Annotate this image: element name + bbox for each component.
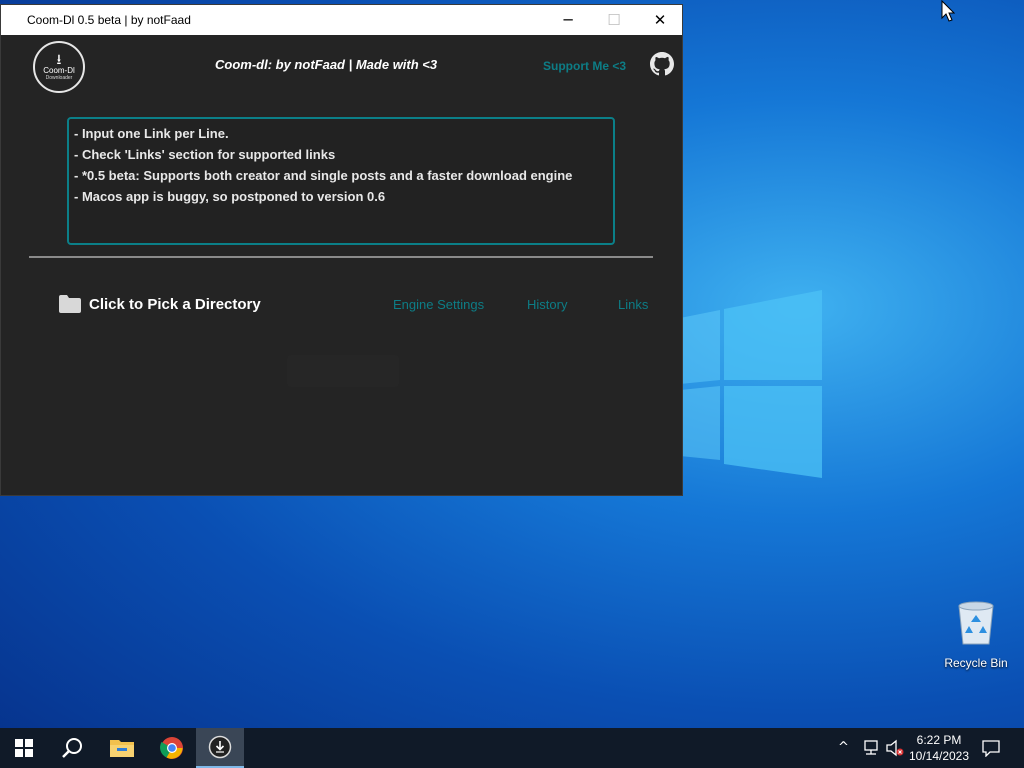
textbox-line: - Input one Link per Line.	[74, 126, 229, 141]
search-button[interactable]	[48, 728, 96, 768]
engine-settings-link[interactable]: Engine Settings	[393, 297, 484, 312]
windows-wallpaper-logo	[680, 290, 822, 478]
title-bar[interactable]: Coom-Dl 0.5 beta | by notFaad ─ ☐ ✕	[1, 5, 682, 35]
pick-directory-button[interactable]: Click to Pick a Directory	[59, 295, 261, 313]
recycle-bin-icon	[958, 601, 994, 645]
clock-date: 10/14/2023	[908, 749, 970, 763]
github-icon[interactable]	[650, 52, 674, 76]
textbox-line: - Check 'Links' section for supported li…	[74, 147, 336, 162]
volume-muted-icon[interactable]	[886, 739, 904, 757]
folder-icon	[59, 295, 81, 313]
file-explorer-icon	[110, 740, 134, 757]
download-arrow-icon: ⭳	[56, 51, 62, 68]
network-icon[interactable]	[862, 740, 880, 756]
textbox-line: - Macos app is buggy, so postponed to ve…	[74, 189, 386, 204]
file-explorer-button[interactable]	[98, 728, 146, 768]
links-textbox[interactable]: - Input one Link per Line. - Check 'Link…	[67, 117, 615, 245]
start-button[interactable]	[0, 728, 48, 768]
links-link[interactable]: Links	[618, 297, 648, 312]
taskbar: ^ 6:22 PM 10/14/2023	[0, 728, 1024, 768]
windows-start-icon	[15, 739, 33, 757]
coomdl-taskbar-button[interactable]	[196, 728, 244, 768]
app-logo: ⭳ Coom-Dl Downloader	[33, 41, 85, 93]
recycle-bin-shortcut[interactable]: Recycle Bin	[940, 600, 1012, 670]
tray-chevron-icon[interactable]: ^	[838, 740, 849, 755]
taskbar-clock[interactable]: 6:22 PM 10/14/2023	[906, 732, 972, 764]
divider	[29, 256, 653, 258]
header-title: Coom-dl: by notFaad | Made with <3	[215, 57, 438, 72]
chrome-icon	[160, 737, 183, 759]
textbox-line: - *0.5 beta: Supports both creator and s…	[74, 168, 573, 183]
coomdl-app-icon	[208, 735, 232, 759]
logo-subtext: Downloader	[45, 74, 73, 81]
download-button[interactable]	[287, 355, 399, 387]
notification-center-icon[interactable]	[982, 739, 1000, 757]
support-link[interactable]: Support Me <3	[543, 59, 626, 73]
maximize-button[interactable]: ☐	[591, 5, 637, 35]
history-link[interactable]: History	[527, 297, 567, 312]
pick-directory-label: Click to Pick a Directory	[89, 295, 261, 313]
app-header: ⭳ Coom-Dl Downloader Coom-dl: by notFaad…	[1, 35, 682, 99]
minimize-button[interactable]: ─	[545, 5, 591, 35]
clock-time: 6:22 PM	[916, 733, 962, 747]
chrome-button[interactable]	[148, 728, 196, 768]
app-window: Coom-Dl 0.5 beta | by notFaad ─ ☐ ✕ ⭳ Co…	[0, 4, 683, 496]
recycle-bin-label: Recycle Bin	[944, 656, 1008, 670]
mouse-cursor-icon	[941, 0, 955, 22]
close-button[interactable]: ✕	[637, 5, 683, 35]
window-title: Coom-Dl 0.5 beta | by notFaad	[27, 13, 191, 27]
logo-text: Coom-Dl	[43, 65, 75, 75]
search-icon	[62, 738, 82, 758]
